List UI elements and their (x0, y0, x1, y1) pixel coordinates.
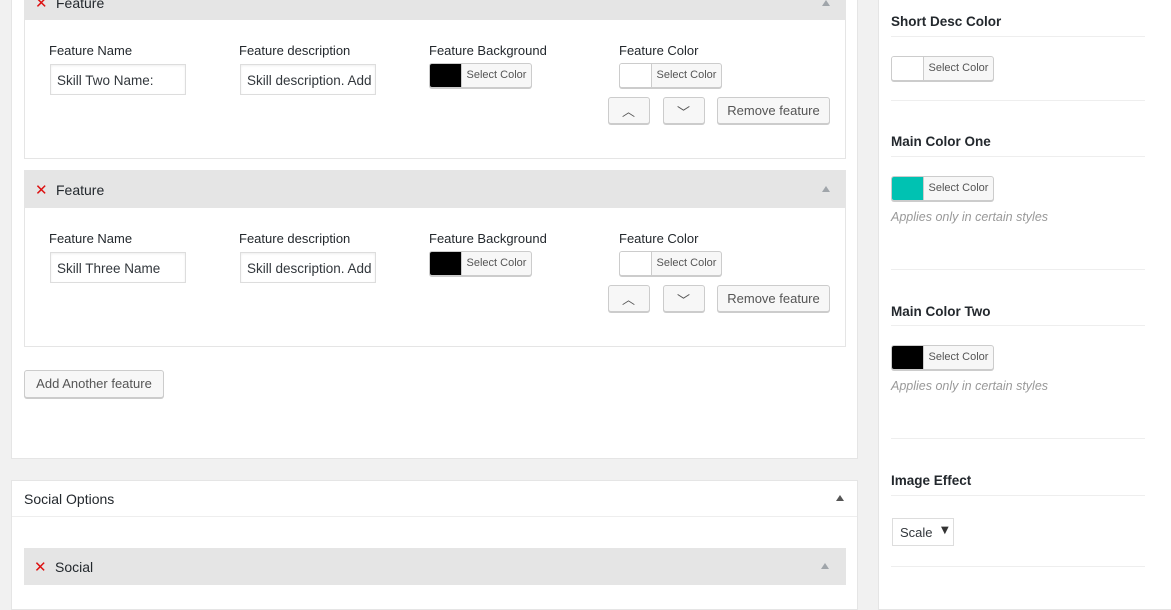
select-color-label: Select Color (923, 177, 993, 200)
social-item-title: Social (55, 559, 94, 575)
move-down-button[interactable]: ﹀ (663, 285, 705, 312)
color-swatch (892, 177, 923, 200)
divider (891, 156, 1145, 157)
feature-color-label: Feature Color (619, 43, 699, 58)
main-color-two-hint: Applies only in certain styles (891, 379, 1049, 393)
triangle-up-icon[interactable] (821, 563, 829, 569)
close-icon[interactable]: ✕ (35, 181, 48, 199)
feature-name-input[interactable]: Skill Two Name: (50, 64, 186, 95)
remove-feature-button[interactable]: Remove feature (717, 97, 830, 124)
feature-background-label: Feature Background (429, 43, 547, 58)
main-color-two-button[interactable]: Select Color (891, 345, 994, 370)
triangle-up-icon[interactable] (822, 0, 830, 6)
divider (891, 36, 1145, 37)
divider (891, 495, 1145, 496)
main-color-one-title: Main Color One (891, 134, 991, 149)
select-color-label: Select Color (651, 64, 721, 87)
select-color-label: Select Color (461, 64, 531, 87)
caret-down-icon: ▼ (941, 525, 949, 536)
main-color-one-button[interactable]: Select Color (891, 176, 994, 201)
feature-background-color-button[interactable]: Select Color (429, 251, 532, 276)
move-up-button[interactable]: ︿ (608, 285, 650, 312)
add-feature-button[interactable]: Add Another feature (24, 370, 164, 398)
triangle-up-icon[interactable] (822, 186, 830, 192)
chevron-up-icon: ︿ (622, 293, 636, 308)
move-down-button[interactable]: ﹀ (663, 97, 705, 124)
main-color-one-hint: Applies only in certain styles (891, 210, 1049, 224)
main-color-two-title: Main Color Two (891, 304, 991, 319)
select-color-label: Select Color (651, 252, 721, 275)
chevron-down-icon: ﹀ (677, 106, 691, 121)
social-item-header[interactable]: ✕ Social (24, 548, 846, 585)
short-desc-color-title: Short Desc Color (891, 14, 1002, 29)
feature-description-label: Feature description (239, 43, 351, 58)
color-swatch (892, 346, 923, 369)
social-options-header[interactable]: Social Options (12, 481, 857, 517)
select-color-label: Select Color (923, 57, 993, 80)
social-options-title: Social Options (24, 491, 115, 507)
feature-name-label: Feature Name (49, 231, 133, 246)
feature-name-label: Feature Name (49, 43, 133, 58)
feature-name-input[interactable]: Skill Three Name (50, 252, 186, 283)
feature-background-color-button[interactable]: Select Color (429, 63, 532, 88)
image-effect-value: Scale (900, 525, 933, 540)
chevron-down-icon: ﹀ (677, 294, 691, 309)
image-effect-title: Image Effect (891, 473, 972, 488)
image-effect-select[interactable]: Scale ▼ (892, 518, 954, 546)
feature-description-label: Feature description (239, 231, 351, 246)
chevron-up-icon: ︿ (622, 105, 636, 120)
divider (891, 566, 1145, 567)
feature-description-input[interactable]: Skill description. Add (240, 64, 376, 95)
feature-description-input[interactable]: Skill description. Add (240, 252, 376, 283)
feature-title: Feature (56, 0, 105, 11)
feature-item: ✕ Feature Feature Name Feature descripti… (24, 0, 846, 159)
remove-feature-button[interactable]: Remove feature (717, 285, 830, 312)
color-swatch (620, 252, 651, 275)
feature-title: Feature (56, 182, 105, 198)
divider (891, 438, 1145, 439)
feature-header[interactable]: ✕ Feature (25, 0, 845, 20)
color-swatch (430, 252, 461, 275)
select-color-label: Select Color (923, 346, 993, 369)
move-up-button[interactable]: ︿ (608, 97, 650, 124)
divider (891, 269, 1145, 270)
feature-color-label: Feature Color (619, 231, 699, 246)
feature-color-button[interactable]: Select Color (619, 63, 722, 88)
feature-background-label: Feature Background (429, 231, 547, 246)
feature-item: ✕ Feature Feature Name Feature descripti… (24, 170, 846, 347)
close-icon[interactable]: ✕ (34, 558, 47, 576)
color-swatch (892, 57, 923, 80)
divider (891, 325, 1145, 326)
close-icon[interactable]: ✕ (35, 0, 48, 12)
social-options-panel: Social Options ✕ Social (11, 480, 858, 610)
select-color-label: Select Color (461, 252, 531, 275)
divider (891, 100, 1145, 101)
feature-header[interactable]: ✕ Feature (25, 171, 845, 208)
short-desc-color-button[interactable]: Select Color (891, 56, 994, 81)
color-swatch (430, 64, 461, 87)
triangle-up-icon[interactable] (836, 495, 844, 501)
color-swatch (620, 64, 651, 87)
feature-color-button[interactable]: Select Color (619, 251, 722, 276)
